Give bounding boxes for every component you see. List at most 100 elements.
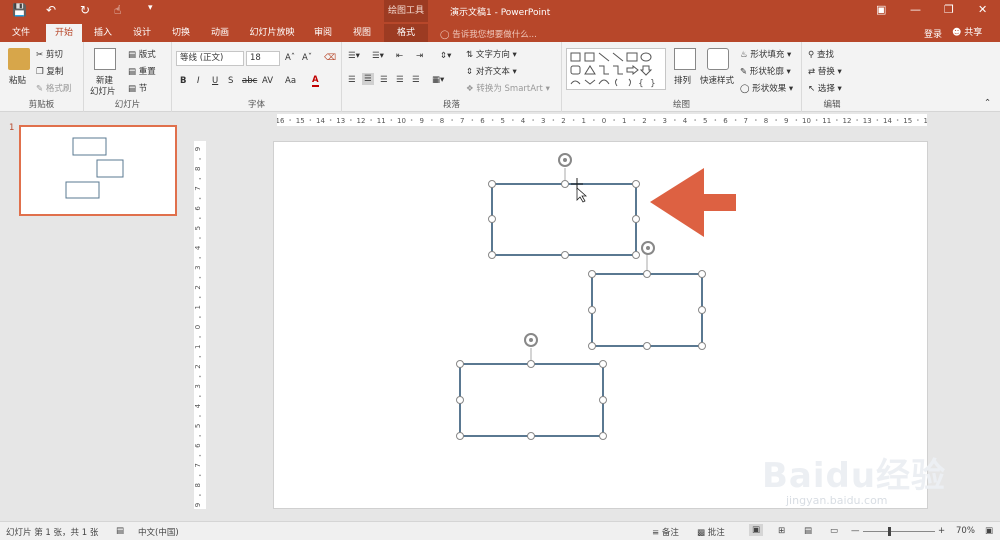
vertical-ruler-scale: 9 8 7 6 5 4 3 2 1 0 1 2 3 4 5 6 7 8 9 (194, 147, 202, 507)
numbering-icon[interactable]: ☰▾ (372, 51, 384, 61)
hruler-tick (815, 119, 818, 121)
select-button[interactable]: ↖ 选择 ▾ (808, 82, 842, 94)
quick-styles-icon[interactable] (707, 48, 729, 70)
grow-font-icon[interactable]: Aˆ (285, 53, 295, 63)
notes-button[interactable]: ≡ 备注 (652, 526, 679, 538)
comments-button[interactable]: ▩ 批注 (697, 526, 725, 538)
rotate-handle-1[interactable] (558, 153, 572, 167)
decrease-indent-icon[interactable]: ⇤ (396, 51, 403, 61)
increase-indent-icon[interactable]: ⇥ (416, 51, 423, 61)
columns-icon[interactable]: ▦▾ (432, 75, 444, 85)
text-direction-button[interactable]: ⇅ 文字方向 ▾ (466, 48, 517, 60)
arrange-button[interactable]: 排列 (674, 74, 691, 86)
cut-button[interactable]: ✂ 剪切 (36, 48, 63, 60)
distributed-icon[interactable]: ☰ (412, 75, 420, 85)
undo-icon[interactable]: ↶ (46, 3, 56, 17)
line-spacing-icon[interactable]: ⇕▾ (440, 51, 451, 61)
section-button[interactable]: ▤ 节 (128, 82, 147, 94)
language-status[interactable]: 中文(中国) (138, 526, 179, 538)
align-left-icon[interactable]: ☰ (348, 75, 356, 85)
rotate-handle-3[interactable] (524, 333, 538, 347)
hruler-tick (329, 119, 332, 121)
tab-review[interactable]: 审阅 (308, 24, 338, 42)
tab-home[interactable]: 开始 (46, 24, 82, 42)
italic-button[interactable]: I (197, 76, 200, 86)
fit-slide-icon[interactable]: ▣ (985, 526, 993, 536)
hruler-label: 4 (683, 117, 688, 125)
pointing-arrow-shape[interactable] (650, 168, 736, 237)
tab-transitions[interactable]: 切换 (166, 24, 196, 42)
slide-sorter-icon[interactable]: ⊞ (778, 526, 785, 536)
shape-outline-button[interactable]: ✎ 形状轮廓 ▾ (740, 65, 791, 77)
justify-icon[interactable]: ☰ (396, 75, 404, 85)
font-name-select[interactable]: 等线 (正文) (176, 51, 244, 66)
status-bar: 幻灯片 第 1 张，共 1 张 ▤ 中文(中国) ≡ 备注 ▩ 批注 ▣ ⊞ ▤… (0, 521, 1000, 540)
tab-insert[interactable]: 插入 (88, 24, 118, 42)
tab-file[interactable]: 文件 (6, 24, 36, 42)
slide-thumbnail[interactable] (19, 125, 177, 216)
tab-design[interactable]: 设计 (127, 24, 157, 42)
underline-button[interactable]: U (212, 76, 218, 86)
zoom-slider-track[interactable] (863, 531, 935, 532)
reading-view-icon[interactable]: ▤ (804, 526, 812, 536)
align-text-button[interactable]: ⇕ 对齐文本 ▾ (466, 65, 517, 77)
spellcheck-icon[interactable]: ▤ (116, 526, 124, 536)
char-spacing-button[interactable]: AV (262, 76, 273, 86)
rectangle-shape-2[interactable] (591, 254, 703, 347)
save-icon[interactable]: 💾 (12, 3, 27, 17)
shape-effects-label: 形状效果 (752, 84, 787, 94)
paste-icon[interactable] (8, 48, 30, 70)
new-slide-label2[interactable]: 幻灯片 (90, 85, 116, 97)
find-button[interactable]: ⚲ 查找 (808, 48, 834, 60)
font-color-button[interactable]: A (312, 75, 319, 87)
bullets-icon[interactable]: ☰▾ (348, 51, 360, 61)
align-right-icon[interactable]: ☰ (380, 75, 388, 85)
shadow-button[interactable]: S (228, 76, 233, 86)
rotate-handle-2[interactable] (641, 241, 655, 255)
reset-button[interactable]: ▤ 重置 (128, 65, 156, 77)
new-slide-icon[interactable] (94, 48, 116, 70)
format-painter-button[interactable]: ✎ 格式刷 (36, 82, 71, 94)
redo-icon[interactable]: ↻ (80, 3, 90, 17)
login-link[interactable]: 登录 (924, 27, 942, 40)
change-case-button[interactable]: Aa (285, 76, 296, 86)
copy-button[interactable]: ❐ 复制 (36, 65, 63, 77)
quick-styles-button[interactable]: 快速样式 (700, 74, 734, 86)
restore-icon[interactable]: ❐ (944, 3, 954, 16)
close-icon[interactable]: ✕ (978, 3, 987, 16)
tab-format[interactable]: 格式 (384, 24, 428, 42)
ribbon: 粘贴 ✂ 剪切 ❐ 复制 ✎ 格式刷 剪贴板 新建 幻灯片 ▤ 版式 ▤ 重置 … (0, 42, 1000, 112)
normal-view-icon[interactable]: ▣ (749, 524, 764, 536)
replace-button[interactable]: ⇄ 替换 ▾ (808, 65, 842, 77)
zoom-in-icon[interactable]: + (938, 526, 945, 536)
paragraph-group: ☰▾ ☰▾ ⇤ ⇥ ⇕▾ ☰ ☰ ☰ ☰ ☰ ▦▾ ⇅ 文字方向 ▾ ⇕ 对齐文… (342, 42, 562, 112)
smartart-button[interactable]: ❖ 转换为 SmartArt ▾ (466, 82, 550, 94)
zoom-level[interactable]: 70% (956, 526, 975, 536)
ribbon-display-icon[interactable]: ▣ (876, 3, 886, 16)
shape-fill-button[interactable]: ♨ 形状填充 ▾ (740, 48, 791, 60)
shrink-font-icon[interactable]: Aˇ (302, 53, 312, 63)
collapse-ribbon-icon[interactable]: ⌃ (984, 98, 991, 108)
customize-qat-icon[interactable]: ▾ (148, 3, 153, 13)
strike-button[interactable]: abc (242, 76, 257, 86)
minimize-icon[interactable]: — (910, 3, 921, 16)
zoom-slider-thumb[interactable] (888, 527, 891, 536)
shape-effects-button[interactable]: ◯ 形状效果 ▾ (740, 82, 793, 94)
layout-button[interactable]: ▤ 版式 (128, 48, 156, 60)
share-button[interactable]: ☻ 共享 (952, 25, 982, 38)
hruler-label: 10 (802, 117, 811, 125)
arrange-icon[interactable] (674, 48, 696, 70)
bold-button[interactable]: B (180, 76, 186, 86)
slideshow-view-icon[interactable]: ▭ (830, 526, 838, 536)
shapes-gallery[interactable]: { } (566, 48, 666, 90)
clear-format-icon[interactable]: ⌫ (324, 53, 336, 63)
touch-mode-icon[interactable]: ☝ (114, 3, 121, 17)
tab-animations[interactable]: 动画 (205, 24, 235, 42)
tab-slideshow[interactable]: 幻灯片放映 (244, 24, 300, 42)
font-size-select[interactable]: 18 (246, 51, 280, 66)
paste-button[interactable]: 粘贴 (9, 74, 26, 86)
zoom-out-icon[interactable]: — (851, 526, 860, 536)
tab-view[interactable]: 视图 (347, 24, 377, 42)
align-center-icon[interactable]: ☰ (362, 73, 374, 85)
tell-me-box[interactable]: ◯ 告诉我您想要做什么... (440, 28, 537, 40)
